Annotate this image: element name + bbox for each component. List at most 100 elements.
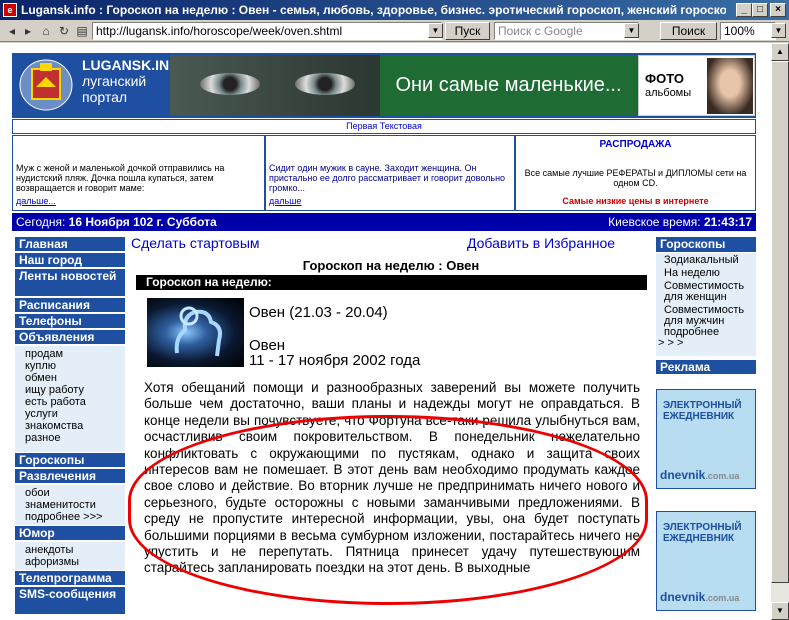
nav-ads-item[interactable]: обмен bbox=[15, 372, 125, 384]
right-nav-horoscopes[interactable]: Гороскопы bbox=[656, 237, 756, 252]
nav-fun-item[interactable]: подробнее >>> bbox=[15, 511, 125, 523]
nav-ads-list: продам куплю обмен ищу работу есть работ… bbox=[15, 346, 125, 452]
horoscope-dates: 11 - 17 ноября 2002 года bbox=[249, 352, 421, 369]
photo-banner[interactable]: ФОТО альбомы bbox=[638, 55, 755, 116]
ad-tld: .com.ua bbox=[705, 593, 740, 603]
right-nav-item[interactable]: На неделю bbox=[656, 268, 756, 279]
home-icon[interactable]: ⌂ bbox=[38, 23, 54, 39]
nav-fun-item[interactable]: знаменитости bbox=[15, 499, 125, 511]
sale-text: Все самые лучшие РЕФЕРАТЫ и ДИПЛОМЫ сети… bbox=[524, 168, 747, 188]
brand[interactable]: LUGANSK.INFO луганский портал bbox=[82, 57, 189, 105]
page-heading: Гороскоп на неделю : Овен bbox=[302, 258, 480, 273]
minimize-button[interactable]: _ bbox=[736, 3, 752, 17]
toolbar: ◂ ▸ ⌂ ↻ ▤ http://lugansk.info/horoscope/… bbox=[0, 20, 789, 42]
page-icon: ▤ bbox=[76, 24, 88, 38]
nav-city[interactable]: Наш город bbox=[15, 253, 125, 268]
horoscope-text: Хотя обещаний помощи и разнообразных зав… bbox=[144, 380, 640, 576]
right-nav-item[interactable]: > > > bbox=[656, 338, 756, 349]
search-input[interactable]: Поиск с Google bbox=[494, 22, 639, 40]
nav-phones[interactable]: Телефоны bbox=[15, 314, 125, 329]
right-nav-item[interactable]: Совместимость для мужчин bbox=[656, 305, 756, 327]
ad-title: ЭЛЕКТРОННЫЙ ЕЖЕДНЕВНИК bbox=[663, 400, 742, 422]
nav-sms[interactable]: SMS-сообщения bbox=[15, 587, 125, 615]
app-icon: e bbox=[3, 3, 17, 17]
today-label: Сегодня: bbox=[16, 215, 66, 229]
right-nav-item[interactable]: Зодиакальный bbox=[656, 255, 756, 266]
title-bar: e Lugansk.info : Гороскоп на неделю : Ов… bbox=[0, 0, 789, 20]
section-bar: Гороскоп на неделю: bbox=[136, 275, 647, 290]
ad-text: Сидит один мужик в сауне. Заходит женщин… bbox=[269, 163, 506, 193]
forward-icon[interactable]: ▸ bbox=[20, 23, 36, 39]
right-nav-item[interactable]: Совместимость для женщин bbox=[656, 281, 756, 303]
nav-humor[interactable]: Юмор bbox=[15, 526, 125, 541]
photo-subtitle: альбомы bbox=[645, 87, 692, 99]
back-icon[interactable]: ◂ bbox=[4, 23, 20, 39]
nav-humor-list: анекдоты афоризмы bbox=[15, 542, 125, 570]
zoom-dropdown[interactable]: ▼ bbox=[771, 23, 786, 38]
nav-schedule[interactable]: Расписания bbox=[15, 298, 125, 313]
more-link[interactable]: дальше... bbox=[16, 196, 56, 206]
close-button[interactable]: × bbox=[770, 3, 786, 17]
nav-main[interactable]: Главная bbox=[15, 237, 125, 252]
ad-text: Муж с женой и маленькой дочкой отправили… bbox=[16, 163, 225, 193]
brand-sub1: луганский bbox=[82, 73, 147, 89]
nav-ads-item[interactable]: куплю bbox=[15, 360, 125, 372]
make-start-link[interactable]: Сделать стартовым bbox=[131, 235, 260, 251]
address-input[interactable]: http://lugansk.info/horoscope/week/oven.… bbox=[92, 22, 442, 40]
nav-news[interactable]: Ленты новостей bbox=[15, 269, 125, 297]
current-time: 21:43:17 bbox=[703, 215, 752, 229]
more-link[interactable]: дальше bbox=[269, 196, 301, 206]
top-text-link[interactable]: Первая Текстовая bbox=[12, 119, 756, 134]
nav-fun-list: обои знаменитости подробнее >>> bbox=[15, 485, 125, 525]
nav-ads-item[interactable]: ищу работу bbox=[15, 384, 125, 396]
ad-title: ЭЛЕКТРОННЫЙ ЕЖЕДНЕВНИК bbox=[663, 522, 742, 544]
nav-ads-item[interactable]: разное bbox=[15, 432, 125, 444]
photo-title: ФОТО bbox=[645, 71, 684, 86]
aries-image-icon bbox=[147, 298, 244, 367]
photo-image bbox=[707, 58, 753, 114]
vertical-scrollbar[interactable]: ▲ ▼ bbox=[771, 43, 789, 620]
ad-joke-2[interactable]: Сидит один мужик в сауне. Заходит женщин… bbox=[265, 135, 515, 211]
ad-tld: .com.ua bbox=[705, 471, 740, 481]
nav-fun[interactable]: Развлечения bbox=[15, 469, 125, 484]
today-date: 16 Ноября 102 г. Суббота bbox=[68, 215, 217, 229]
browser-window: e Lugansk.info : Гороскоп на неделю : Ов… bbox=[0, 0, 789, 620]
dnevnik-ad-2[interactable]: ЭЛЕКТРОННЫЙ ЕЖЕДНЕВНИК dnevnik.com.ua bbox=[656, 511, 756, 611]
time-label: Киевское время: bbox=[608, 215, 701, 229]
scroll-down-icon[interactable]: ▼ bbox=[771, 602, 789, 620]
nav-humor-item[interactable]: анекдоты bbox=[15, 544, 125, 556]
address-dropdown[interactable]: ▼ bbox=[428, 23, 443, 38]
nav-tv[interactable]: Телепрограмма bbox=[15, 571, 125, 586]
nav-horoscopes[interactable]: Гороскопы bbox=[15, 453, 125, 468]
banner-text: Они самые маленькие... bbox=[380, 55, 637, 116]
ad-joke-1[interactable]: Муж с женой и маленькой дочкой отправили… bbox=[12, 135, 265, 211]
eye-image bbox=[295, 73, 355, 95]
scroll-up-icon[interactable]: ▲ bbox=[771, 43, 789, 61]
dnevnik-ad-1[interactable]: ЭЛЕКТРОННЫЙ ЕЖЕДНЕВНИК dnevnik.com.ua bbox=[656, 389, 756, 489]
nav-fun-item[interactable]: обои bbox=[15, 487, 125, 499]
nav-ads-item[interactable]: есть работа bbox=[15, 396, 125, 408]
page-viewport: LUGANSK.INFO луганский портал Они самые … bbox=[0, 43, 771, 620]
search-dropdown[interactable]: ▼ bbox=[624, 23, 639, 38]
nav-ads-item[interactable]: продам bbox=[15, 348, 125, 360]
eye-image bbox=[200, 73, 260, 95]
maximize-button[interactable]: □ bbox=[752, 3, 768, 17]
window-title: Lugansk.info : Гороскоп на неделю : Овен… bbox=[21, 3, 726, 17]
sale-title: РАСПРОДАЖА bbox=[599, 139, 672, 150]
nav-ads-item[interactable]: знакомства bbox=[15, 420, 125, 432]
zoom-field[interactable]: 100% bbox=[720, 22, 776, 40]
reload-icon[interactable]: ↻ bbox=[56, 23, 72, 39]
nav-ads[interactable]: Объявления bbox=[15, 330, 125, 345]
go-button[interactable]: Пуск bbox=[445, 22, 490, 40]
nav-humor-item[interactable]: афоризмы bbox=[15, 556, 125, 568]
city-logo-icon[interactable] bbox=[16, 57, 76, 113]
top-banner[interactable]: Они самые маленькие... bbox=[170, 55, 637, 116]
ad-sale[interactable]: РАСПРОДАЖА Все самые лучшие РЕФЕРАТЫ и Д… bbox=[515, 135, 756, 211]
scroll-thumb[interactable] bbox=[771, 61, 789, 583]
ad-domain: dnevnik bbox=[660, 468, 706, 482]
nav-ads-item[interactable]: услуги bbox=[15, 408, 125, 420]
add-favorites-link[interactable]: Добавить в Избранное bbox=[467, 235, 615, 251]
right-nav-ads: Реклама bbox=[656, 360, 756, 374]
ad-domain: dnevnik bbox=[660, 590, 706, 604]
search-button[interactable]: Поиск bbox=[660, 22, 717, 40]
